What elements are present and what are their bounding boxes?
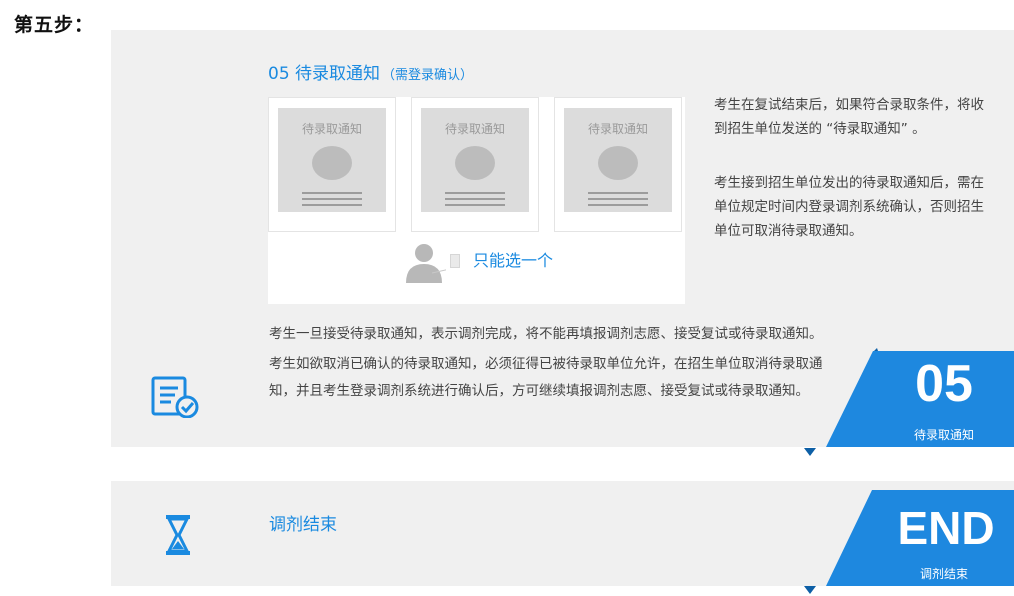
pick-one-label: 只能选一个	[473, 251, 554, 270]
text-line	[445, 204, 505, 206]
offer-card-title: 待录取通知	[301, 122, 362, 136]
end-badge: END 调剂结束	[824, 490, 1014, 586]
hourglass-icon	[166, 515, 190, 555]
offer-card: 待录取通知	[554, 97, 682, 232]
document-check-icon	[151, 376, 199, 418]
offer-card-title: 待录取通知	[587, 122, 648, 136]
text-line	[302, 198, 362, 200]
badge-label: 待录取通知	[913, 428, 974, 442]
offer-sheet: 待录取通知	[278, 108, 386, 212]
desc-paragraph-2: 考生接到招生单位发出的待录取通知后，需在单位规定时间内登录调剂系统确认，否则招生…	[714, 175, 984, 239]
text-line	[302, 192, 362, 194]
badge-number: END	[897, 502, 995, 554]
avatar-placeholder	[455, 146, 495, 180]
cancel-paragraph: 考生如欲取消已确认的待录取通知，必须征得已被待录取单位允许，在招生单位取消待录取…	[269, 356, 823, 399]
text-line	[588, 192, 648, 194]
offer-sheet: 待录取通知	[564, 108, 672, 212]
text-line	[302, 204, 362, 206]
arrow-down-icon	[804, 586, 816, 594]
step-title-note: （需登录确认）	[382, 68, 474, 83]
badge-number: 05	[915, 355, 973, 413]
step-05-badge: 05 待录取通知	[824, 348, 1014, 447]
avatar-placeholder	[312, 146, 352, 180]
offer-card: 待录取通知	[411, 97, 539, 232]
text-line	[588, 198, 648, 200]
checkbox-placeholder	[450, 254, 460, 268]
step-title-text: 05 待录取通知	[268, 64, 381, 84]
offer-sheet: 待录取通知	[421, 108, 529, 212]
offer-card-title: 待录取通知	[444, 122, 505, 136]
text-line	[445, 192, 505, 194]
desc-paragraph-1: 考生在复试结束后，如果符合录取条件，将收到招生单位发送的 “待录取通知” 。	[714, 97, 984, 137]
step-title: 05 待录取通知 （需登录确认）	[268, 59, 473, 84]
step-label: 第五步：	[14, 14, 95, 36]
end-panel: 调剂结束 END 调剂结束	[111, 481, 1014, 586]
offer-card: 待录取通知	[268, 97, 396, 232]
end-title: 调剂结束	[269, 515, 337, 535]
accept-note: 考生一旦接受待录取通知，表示调剂完成，将不能再填报调剂志愿、接受复试或待录取通知…	[269, 326, 823, 342]
arrow-down-icon	[804, 448, 816, 456]
person-icon	[406, 244, 446, 283]
step-05-panel: 05 待录取通知 （需登录确认） 待录取通知 待录取通知 待录取通知 只能选一个…	[111, 30, 1014, 447]
text-line	[588, 204, 648, 206]
text-line	[445, 198, 505, 200]
badge-label: 调剂结束	[919, 567, 968, 581]
offer-illustration: 待录取通知 待录取通知 待录取通知 只能选一个	[268, 97, 685, 304]
avatar-placeholder	[598, 146, 638, 180]
